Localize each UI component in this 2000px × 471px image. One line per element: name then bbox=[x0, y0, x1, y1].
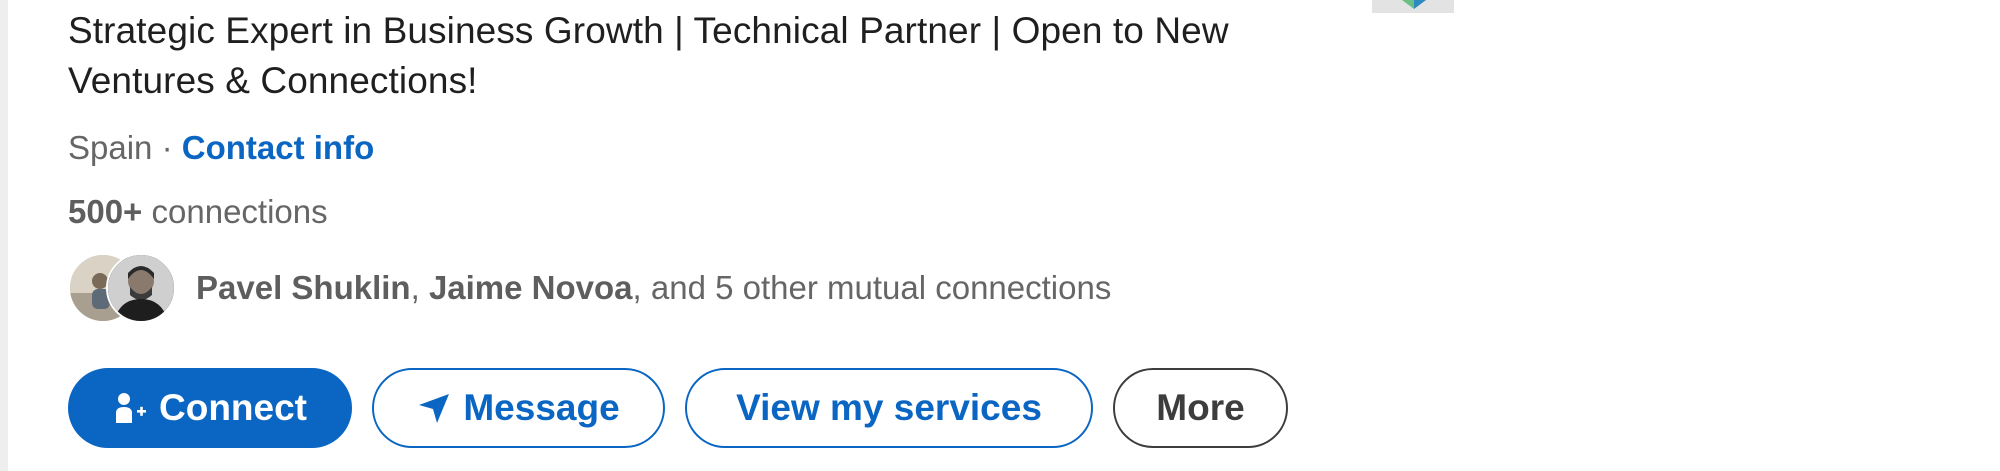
mutual-name: Jaime Novoa bbox=[428, 269, 633, 306]
more-button-label: More bbox=[1156, 387, 1245, 428]
contact-info-link[interactable]: Contact info bbox=[182, 129, 374, 166]
profile-page: Strategic Expert in Business Growth | Te… bbox=[0, 0, 2000, 471]
location-text: Spain bbox=[68, 129, 153, 166]
connections-count: 500+ bbox=[68, 193, 143, 230]
message-button[interactable]: Message bbox=[372, 368, 665, 448]
top-right-thumbnail bbox=[1372, 0, 1454, 13]
profile-actions: Connect Message View my services More bbox=[68, 368, 1288, 448]
message-button-label: Message bbox=[463, 387, 620, 428]
connections-label: connections bbox=[151, 193, 328, 230]
mutual-suffix: , and 5 other mutual connections bbox=[632, 269, 1112, 306]
connections-row[interactable]: 500+ connections bbox=[68, 190, 328, 234]
left-border bbox=[0, 0, 8, 471]
mutual-avatars bbox=[68, 252, 178, 324]
profile-headline: Strategic Expert in Business Growth | Te… bbox=[68, 10, 1229, 101]
avatar bbox=[106, 253, 176, 323]
connect-button-label: Connect bbox=[159, 387, 307, 428]
person-add-icon bbox=[113, 391, 147, 425]
more-button[interactable]: More bbox=[1113, 368, 1288, 448]
location-row: Spain · Contact info bbox=[68, 126, 374, 170]
profile-intro-card: Strategic Expert in Business Growth | Te… bbox=[68, 0, 1328, 471]
connect-button[interactable]: Connect bbox=[68, 368, 352, 448]
mutual-connections-text: Pavel Shuklin, Jaime Novoa, and 5 other … bbox=[196, 269, 1111, 307]
mutual-separator: , bbox=[410, 269, 420, 306]
send-icon bbox=[417, 391, 451, 425]
view-services-button-label: View my services bbox=[736, 387, 1042, 428]
mutual-name: Pavel Shuklin bbox=[196, 269, 411, 306]
view-services-button[interactable]: View my services bbox=[685, 368, 1093, 448]
location-separator: · bbox=[161, 129, 173, 166]
mutual-connections-row[interactable]: Pavel Shuklin, Jaime Novoa, and 5 other … bbox=[68, 252, 1111, 324]
